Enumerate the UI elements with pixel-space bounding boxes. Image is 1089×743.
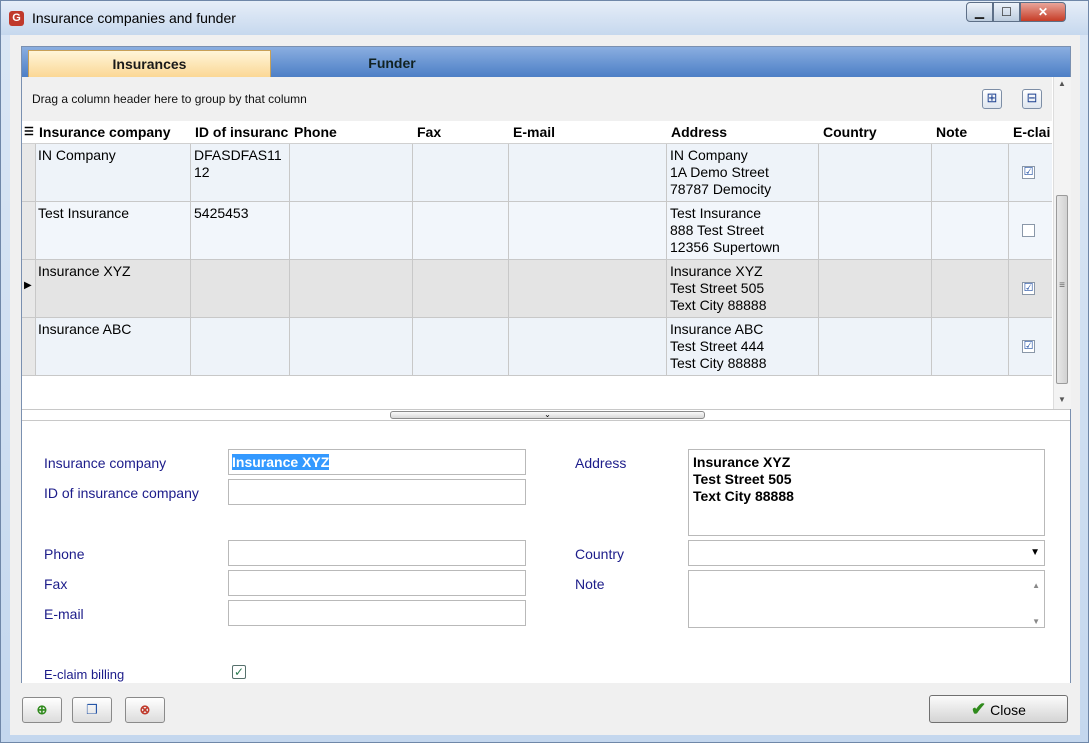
country-select[interactable]: ▼ <box>688 540 1045 566</box>
expand-all-icon[interactable]: ⊞ <box>982 89 1002 109</box>
scroll-up-icon[interactable]: ▲ <box>1058 79 1066 88</box>
col-phone[interactable]: Phone <box>294 124 412 140</box>
table-row[interactable]: Test Insurance 5425453 Test Insurance 888… <box>22 202 1052 260</box>
app-logo-icon: G <box>9 11 24 26</box>
col-fax[interactable]: Fax <box>417 124 507 140</box>
row-indicator[interactable] <box>22 202 36 259</box>
fax-input[interactable] <box>228 570 526 596</box>
id-input[interactable] <box>228 479 526 505</box>
scroll-down-icon[interactable]: ▼ <box>1058 395 1066 404</box>
splitter[interactable]: ⌄ <box>22 409 1070 421</box>
col-email[interactable]: E-mail <box>513 124 663 140</box>
close-window-button[interactable]: ✕ <box>1020 2 1066 22</box>
current-row-arrow-icon: ▶ <box>24 280 32 291</box>
group-hint: Drag a column header here to group by th… <box>32 92 307 106</box>
col-address[interactable]: Address <box>671 124 816 140</box>
label-phone: Phone <box>44 546 85 562</box>
chevron-down-icon[interactable]: ▼ <box>1030 541 1040 565</box>
insurance-grid: ☰ Insurance company ID of insurance Phon… <box>22 121 1052 409</box>
add-record-button[interactable]: ⊕ <box>22 697 62 723</box>
col-eclaim[interactable]: E-clai <box>1013 124 1051 140</box>
cell-company: Insurance ABC <box>38 321 132 337</box>
cell-company: Test Insurance <box>38 205 130 221</box>
label-country: Country <box>575 546 625 562</box>
window-title: Insurance companies and funder <box>32 10 236 26</box>
col-note[interactable]: Note <box>936 124 1006 140</box>
cell-company: IN Company <box>38 147 116 163</box>
insurance-company-input[interactable]: Insurance XYZ <box>228 449 526 475</box>
copy-icon: ❐ <box>86 702 98 717</box>
eclaim-checkbox[interactable]: ☑ <box>1022 282 1035 295</box>
add-icon: ⊕ <box>36 702 48 717</box>
label-note: Note <box>575 576 605 592</box>
eclaim-checkbox[interactable]: ☑ <box>1022 166 1035 179</box>
table-row-selected[interactable]: ▶ Insurance XYZ Insurance XYZ Test Street… <box>22 260 1052 318</box>
eclaim-billing-checkbox[interactable]: ✓ <box>232 665 246 679</box>
column-chooser-icon[interactable]: ☰ <box>24 125 34 138</box>
app-window: G Insurance companies and funder ▁ ☐ ✕ I… <box>0 0 1089 743</box>
title-bar[interactable]: G Insurance companies and funder ▁ ☐ ✕ <box>1 1 1088 35</box>
maximize-button[interactable]: ☐ <box>993 2 1020 22</box>
eclaim-checkbox[interactable]: ☑ <box>1022 340 1035 353</box>
cell-address: Insurance ABC Test Street 444 Test City 88… <box>670 321 767 371</box>
cell-id: 5425453 <box>194 205 249 221</box>
note-textarea[interactable]: ▲ ▼ <box>688 570 1045 628</box>
group-panel[interactable]: Drag a column header here to group by th… <box>22 77 1052 121</box>
main-panel: Insurances Funder Drag a column header h… <box>21 46 1071 683</box>
delete-record-button[interactable]: ⊗ <box>125 697 165 723</box>
minimize-button[interactable]: ▁ <box>966 2 993 22</box>
close-button[interactable]: ✔ Close <box>929 695 1068 723</box>
cell-company: Insurance XYZ <box>38 263 131 279</box>
table-row[interactable]: IN Company DFASDFAS11 12 IN Company 1A Dem… <box>22 144 1052 202</box>
grid-vertical-scrollbar[interactable]: ▲ ≡ ▼ <box>1053 77 1071 409</box>
tab-insurances[interactable]: Insurances <box>28 50 271 77</box>
insurance-company-value: Insurance XYZ <box>232 454 330 470</box>
label-insurance-company: Insurance company <box>44 455 167 471</box>
label-address: Address <box>575 455 627 471</box>
label-id: ID of insurance company <box>44 485 199 501</box>
col-country[interactable]: Country <box>823 124 928 140</box>
table-row[interactable]: Insurance ABC Insurance ABC Test Street 4… <box>22 318 1052 376</box>
checkmark-icon: ✔ <box>971 699 987 719</box>
col-id[interactable]: ID of insurance <box>195 124 289 140</box>
cell-id: DFASDFAS11 12 <box>194 147 282 180</box>
note-scroll-up-icon[interactable]: ▲ <box>1032 574 1040 598</box>
detail-form: Insurance company Insurance XYZ ID of in… <box>22 421 1070 683</box>
label-fax: Fax <box>44 576 68 592</box>
cell-address: IN Company 1A Demo Street 78787 Democity <box>670 147 772 197</box>
scrollbar-thumb[interactable]: ≡ <box>1056 195 1068 384</box>
row-indicator[interactable] <box>22 144 36 201</box>
delete-icon: ⊗ <box>139 702 151 717</box>
phone-input[interactable] <box>228 540 526 566</box>
address-textarea[interactable]: Insurance XYZ Test Street 505 Text City … <box>688 449 1045 536</box>
cell-address: Test Insurance 888 Test Street 12356 Super… <box>670 205 780 255</box>
label-eclaim-billing: E-claim billing <box>44 667 125 682</box>
grid-header-row: ☰ Insurance company ID of insurance Phon… <box>22 121 1052 144</box>
splitter-grip-icon[interactable]: ⌄ <box>390 411 705 419</box>
bottom-toolbar: ⊕ ❐ ⊗ ✔ Close <box>10 692 1080 735</box>
label-email: E-mail <box>44 606 84 622</box>
collapse-all-icon[interactable]: ⊟ <box>1022 89 1042 109</box>
row-indicator[interactable] <box>22 318 36 375</box>
note-scroll-down-icon[interactable]: ▼ <box>1032 610 1040 634</box>
row-indicator[interactable]: ▶ <box>22 260 36 317</box>
client-area: Insurances Funder Drag a column header h… <box>10 35 1080 735</box>
cell-address: Insurance XYZ Test Street 505 Text City 88… <box>670 263 767 313</box>
eclaim-checkbox[interactable] <box>1022 224 1035 237</box>
email-input[interactable] <box>228 600 526 626</box>
col-insurance-company[interactable]: Insurance company <box>39 124 189 140</box>
tab-funder[interactable]: Funder <box>272 50 512 77</box>
copy-record-button[interactable]: ❐ <box>72 697 112 723</box>
tab-bar: Insurances Funder <box>22 47 1070 77</box>
